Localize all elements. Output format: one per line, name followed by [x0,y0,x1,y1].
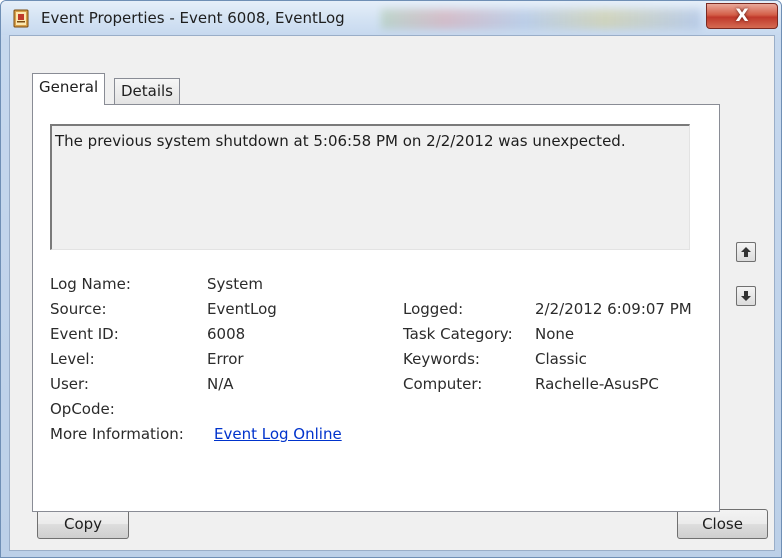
event-properties-window: Event Properties - Event 6008, EventLog … [0,0,782,558]
log-name-label: Log Name: [50,275,131,293]
close-icon: X [735,6,749,26]
source-label: Source: [50,300,107,318]
tab-details[interactable]: Details [114,78,181,104]
keywords-label: Keywords: [403,350,480,368]
title-bar-background-blur [381,9,701,29]
more-information-label: More Information: [50,425,184,443]
keywords-value: Classic [535,350,587,368]
task-category-label: Task Category: [403,325,513,343]
opcode-label: OpCode: [50,400,115,418]
copy-button[interactable]: Copy [37,509,129,539]
dialog-client-area: General Details The previous system shut… [9,35,775,551]
general-tab-panel: The previous system shutdown at 5:06:58 … [32,104,720,512]
event-description-box[interactable]: The previous system shutdown at 5:06:58 … [50,124,690,250]
window-title: Event Properties - Event 6008, EventLog [41,9,345,27]
previous-event-button[interactable] [736,242,756,262]
tab-general[interactable]: General [32,73,106,105]
computer-value: Rachelle-AsusPC [535,375,659,393]
arrow-down-icon [741,291,751,301]
event-id-value: 6008 [207,325,246,343]
next-event-button[interactable] [736,286,756,306]
arrow-up-icon [741,247,751,257]
task-category-value: None [535,325,575,343]
title-bar[interactable]: Event Properties - Event 6008, EventLog … [1,1,781,35]
user-label: User: [50,375,89,393]
logged-label: Logged: [403,300,464,318]
close-button[interactable]: Close [677,509,768,539]
close-window-button[interactable]: X [706,3,778,29]
source-value: EventLog [207,300,277,318]
event-id-label: Event ID: [50,325,119,343]
event-description: The previous system shutdown at 5:06:58 … [55,132,626,150]
logged-value: 2/2/2012 6:09:07 PM [535,300,692,318]
computer-label: Computer: [403,375,483,393]
log-name-value: System [207,275,263,293]
user-value: N/A [207,375,234,393]
level-value: Error [207,350,244,368]
event-log-online-link[interactable]: Event Log Online [214,425,342,443]
event-log-icon [13,9,29,28]
level-label: Level: [50,350,95,368]
